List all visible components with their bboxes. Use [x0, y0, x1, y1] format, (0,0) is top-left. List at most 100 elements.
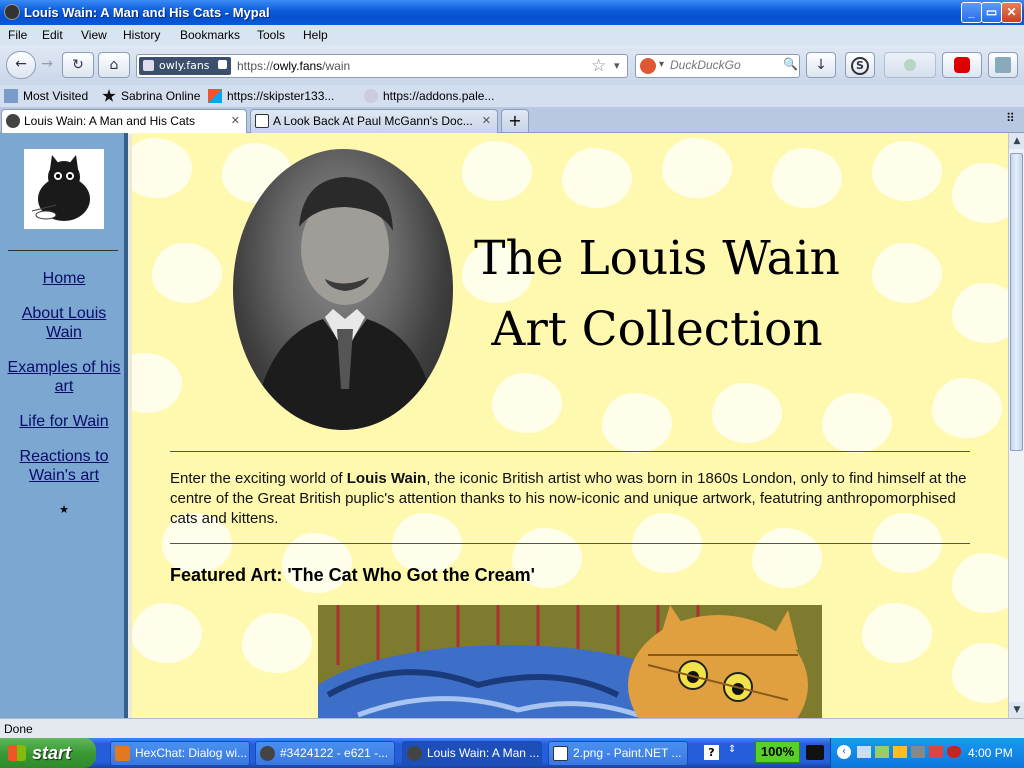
cat-favicon-icon: [6, 114, 20, 128]
tray-expand-icon[interactable]: ‹: [837, 745, 851, 759]
content-divider-top: [170, 451, 970, 452]
bookmark-most-visited[interactable]: Most Visited: [4, 89, 88, 103]
sidebar-link-examples[interactable]: Examples of his art: [0, 358, 128, 396]
battery-icon[interactable]: [806, 745, 824, 760]
taskbar-louis-wain[interactable]: Louis Wain: A Man ...: [402, 741, 542, 766]
home-button[interactable]: ⌂: [98, 52, 130, 78]
zoom-indicator[interactable]: 100%: [755, 741, 800, 763]
adblock-button[interactable]: [942, 52, 982, 78]
tab-label: Louis Wain: A Man and His Cats: [24, 114, 195, 128]
site-identity-button[interactable]: owly.fans: [139, 57, 232, 75]
tray-app-icon[interactable]: [875, 746, 889, 758]
addon-s-button[interactable]: S: [845, 52, 875, 78]
cat-painting-icon: [318, 605, 822, 718]
moon-favicon-icon: [364, 89, 378, 103]
vertical-scrollbar[interactable]: ▲ ▼: [1008, 133, 1024, 718]
windows-logo-icon: [8, 745, 26, 761]
cat-logo-image: [24, 149, 104, 229]
network-icon[interactable]: [857, 746, 871, 758]
site-sidebar: Home About Louis Wain Examples of his ar…: [0, 133, 128, 718]
home-icon: ⌂: [109, 57, 119, 73]
menu-edit[interactable]: Edit: [42, 28, 63, 42]
sidebar-link-about[interactable]: About Louis Wain: [0, 304, 128, 342]
taskbar-clock[interactable]: 4:00 PM: [968, 746, 1013, 760]
url-history-dropdown-icon[interactable]: ▾: [614, 59, 620, 72]
sidebar-link-home[interactable]: Home: [0, 269, 128, 288]
scrollbar-thumb[interactable]: [1010, 153, 1023, 451]
menu-bookmarks[interactable]: Bookmarks: [180, 28, 240, 42]
mypal-app-icon[interactable]: [4, 4, 20, 20]
reload-button[interactable]: ↻: [62, 52, 94, 78]
downloads-button[interactable]: ↓: [806, 52, 836, 78]
new-tab-button[interactable]: +: [501, 109, 529, 133]
hexchat-icon: [115, 746, 130, 761]
start-button[interactable]: start: [0, 738, 96, 768]
page-viewport[interactable]: Home About Louis Wain Examples of his ar…: [0, 133, 1024, 718]
extension-button[interactable]: [884, 52, 936, 78]
bookmark-addons-pale[interactable]: https://addons.pale...: [364, 89, 494, 103]
bookmark-label: https://addons.pale...: [383, 89, 495, 103]
minimize-button[interactable]: _: [961, 2, 982, 23]
search-engine-dropdown-icon[interactable]: ▾: [659, 59, 664, 70]
scroll-up-icon[interactable]: ▲: [1009, 133, 1024, 149]
navigation-toolbar: ← → ↻ ⌂ owly.fans https://owly.fans/wain…: [0, 45, 1024, 85]
menu-tools[interactable]: Tools: [257, 28, 285, 42]
menu-bar: File Edit View History Bookmarks Tools H…: [0, 25, 1024, 45]
back-button[interactable]: ←: [6, 51, 36, 79]
url-bar[interactable]: owly.fans https://owly.fans/wain ☆ ▾: [136, 54, 628, 78]
sidebar-link-life[interactable]: Life for Wain: [0, 412, 128, 431]
url-text[interactable]: https://owly.fans/wain: [237, 59, 350, 73]
portrait-photo-icon: [253, 177, 437, 430]
menu-file[interactable]: File: [8, 28, 27, 42]
tab-list-icon[interactable]: ⠿: [1006, 111, 1015, 125]
menu-view[interactable]: View: [81, 28, 107, 42]
volume-icon[interactable]: [911, 746, 925, 758]
duckduckgo-icon[interactable]: [640, 58, 656, 74]
tab-strip: Louis Wain: A Man and His Cats ✕ A Look …: [0, 107, 1024, 134]
taskbar-hexchat[interactable]: HexChat: Dialog wi...: [110, 741, 250, 766]
status-bar: Done: [0, 718, 1024, 738]
windows-taskbar: start HexChat: Dialog wi... #3424122 - e…: [0, 738, 1024, 768]
browser-cat-icon: [260, 746, 275, 761]
search-bar[interactable]: ▾ 🔍: [635, 54, 800, 78]
security-icon[interactable]: [929, 746, 943, 758]
page-title: The Louis Wain Art Collection: [452, 223, 862, 365]
tab-louis-wain[interactable]: Louis Wain: A Man and His Cats ✕: [1, 109, 247, 134]
close-tab-icon[interactable]: ✕: [231, 110, 240, 132]
task-label: #3424122 - e621 -...: [280, 746, 389, 760]
site-identity-label: owly.fans: [159, 59, 210, 72]
bookmark-star-icon[interactable]: ☆: [591, 56, 606, 76]
scroll-down-icon[interactable]: ▼: [1009, 702, 1024, 718]
forward-button[interactable]: →: [36, 52, 58, 78]
restore-button[interactable]: ▭: [981, 2, 1002, 23]
translate-button[interactable]: [988, 52, 1018, 78]
adblock-icon: [954, 57, 970, 73]
tab-paul-mcgann[interactable]: A Look Back At Paul McGann's Doc... ✕: [250, 109, 498, 133]
back-arrow-icon: ←: [15, 56, 27, 72]
windows-favicon-icon: [208, 89, 222, 103]
black-cat-drawing-icon: [31, 155, 90, 221]
sidebar-link-reactions[interactable]: Reactions to Wain's art: [0, 447, 128, 485]
search-go-icon[interactable]: 🔍: [783, 57, 798, 71]
taskbar-paint-net[interactable]: 2.png - Paint.NET ...: [548, 741, 688, 766]
window-title: Louis Wain: A Man and His Cats - Mypal: [24, 5, 270, 20]
close-window-button[interactable]: ✕: [1001, 2, 1022, 23]
close-tab-icon[interactable]: ✕: [482, 110, 491, 132]
menu-help[interactable]: Help: [303, 28, 328, 42]
help-icon[interactable]: ?: [704, 745, 719, 760]
status-text: Done: [4, 722, 33, 736]
shield-icon[interactable]: [947, 746, 961, 758]
menu-history[interactable]: History: [123, 28, 160, 42]
bookmark-skipster[interactable]: https://skipster133...: [208, 89, 334, 103]
puzzle-dots-icon: [904, 59, 916, 71]
content-divider-bottom: [170, 543, 970, 544]
taskbar-e621[interactable]: #3424122 - e621 -...: [255, 741, 395, 766]
window-title-bar[interactable]: Louis Wain: A Man and His Cats - Mypal _…: [0, 0, 1024, 25]
page-title-line-2: Art Collection: [491, 302, 823, 357]
tray-hexchat-icon[interactable]: [893, 746, 907, 758]
search-input[interactable]: [670, 58, 780, 72]
taskbar-arrows-icon[interactable]: ⇕: [728, 744, 736, 755]
translate-icon: [995, 57, 1011, 73]
bookmark-sabrina-online[interactable]: Sabrina Online: [102, 89, 200, 103]
s-addon-icon: S: [851, 57, 869, 75]
